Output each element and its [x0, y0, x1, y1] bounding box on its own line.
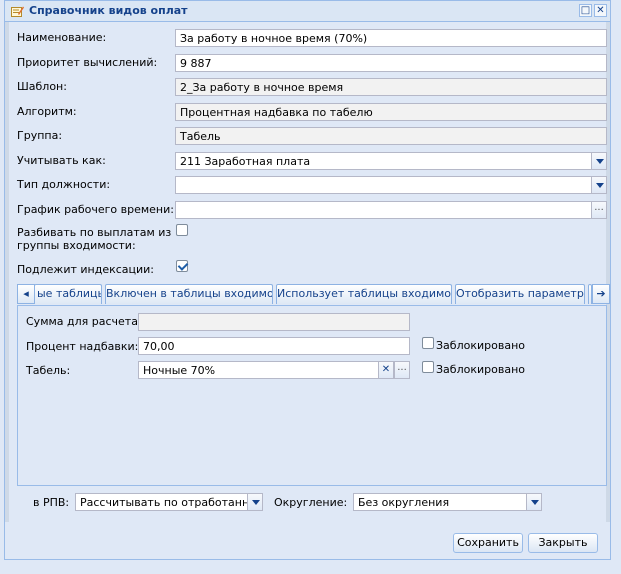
priority-field[interactable]: 9 887 [175, 54, 607, 72]
ellipsis-icon[interactable]: ... [591, 202, 606, 218]
split-payments-label-line2: группы входимости: [17, 239, 136, 252]
ellipsis-icon[interactable]: ... [394, 362, 409, 378]
schedule-label: График рабочего времени: [17, 203, 174, 216]
rpv-combo[interactable]: Рассчитывать по отработанному [75, 493, 263, 511]
algorithm-label: Алгоритм: [17, 105, 77, 118]
rounding-value: Без округления [358, 496, 450, 509]
chevron-down-icon[interactable] [591, 153, 606, 169]
group-field: Табель [175, 127, 607, 145]
timesheet-field[interactable]: Ночные 70% ✕ ... [138, 361, 410, 379]
timesheet-lock-checkbox[interactable] [422, 361, 434, 373]
rpv-value: Рассчитывать по отработанному [80, 496, 263, 509]
template-field: 2_За работу в ночное время [175, 78, 607, 96]
dialog-window: Справочник видов оплат □ ✕ Наименование:… [4, 0, 611, 560]
template-label: Шаблон: [17, 80, 67, 93]
schedule-field[interactable]: ... [175, 201, 607, 219]
group-label: Группа: [17, 129, 63, 142]
base-sum-field [138, 313, 410, 331]
tab-included-in-tables[interactable]: Включен в таблицы входимости [105, 284, 273, 304]
tab-strip: ◂ ые таблицы Включен в таблицы входимост… [17, 284, 610, 306]
position-type-label: Тип должности: [17, 178, 111, 191]
rounding-label: Округление: [274, 496, 348, 509]
account-as-combo[interactable]: 211 Заработная плата [175, 152, 607, 170]
tab-show-params[interactable]: Отобразить параметры [455, 284, 585, 304]
title-bar[interactable]: Справочник видов оплат □ ✕ [5, 1, 610, 22]
indexation-checkbox[interactable] [176, 260, 188, 272]
percent-label: Процент надбавки: [26, 340, 139, 353]
chevron-down-icon[interactable] [526, 494, 541, 510]
percent-field[interactable]: 70,00 [138, 337, 410, 355]
timesheet-lock-label: Заблокировано [436, 363, 525, 376]
split-payments-label-line1: Разбивать по выплатам из [17, 226, 172, 239]
account-as-value: 211 Заработная плата [180, 155, 311, 168]
percent-lock-checkbox[interactable] [422, 337, 434, 349]
form-edit-icon [11, 6, 24, 17]
indexation-label: Подлежит индексации: [17, 263, 155, 276]
timesheet-value: Ночные 70% [143, 364, 216, 377]
split-payments-checkbox[interactable] [176, 224, 188, 236]
name-label: Наименование: [17, 31, 107, 44]
tab-uses-tables[interactable]: Использует таблицы входимости [276, 284, 452, 304]
scroll-left-icon[interactable]: ◂ [17, 284, 35, 304]
rounding-combo[interactable]: Без округления [353, 493, 542, 511]
window-title: Справочник видов оплат [29, 4, 188, 17]
chevron-down-icon[interactable] [591, 177, 606, 193]
base-sum-label: Сумма для расчета: [26, 315, 142, 328]
percent-lock-label: Заблокировано [436, 339, 525, 352]
save-button[interactable]: Сохранить [453, 533, 523, 553]
restore-button[interactable]: □ [579, 4, 592, 17]
button-bar: Сохранить Закрыть [5, 522, 610, 559]
account-as-label: Учитывать как: [17, 154, 106, 167]
timesheet-label: Табель: [26, 364, 71, 377]
params-panel: Сумма для расчета: Процент надбавки: 70,… [17, 305, 607, 486]
form-body: Наименование: За работу в ночное время (… [9, 22, 610, 522]
name-field[interactable]: За работу в ночное время (70%) [175, 29, 607, 47]
clear-icon[interactable]: ✕ [378, 362, 394, 378]
scroll-right-icon[interactable]: ➔ [592, 284, 610, 304]
chevron-down-icon[interactable] [247, 494, 262, 510]
rpv-label: в РПВ: [33, 496, 70, 509]
position-type-combo[interactable] [175, 176, 607, 194]
priority-label: Приоритет вычислений: [17, 56, 158, 69]
tab-tables[interactable]: ые таблицы [34, 284, 102, 304]
close-button[interactable]: Закрыть [528, 533, 598, 553]
close-window-button[interactable]: ✕ [594, 4, 607, 17]
algorithm-field: Процентная надбавка по табелю [175, 103, 607, 121]
